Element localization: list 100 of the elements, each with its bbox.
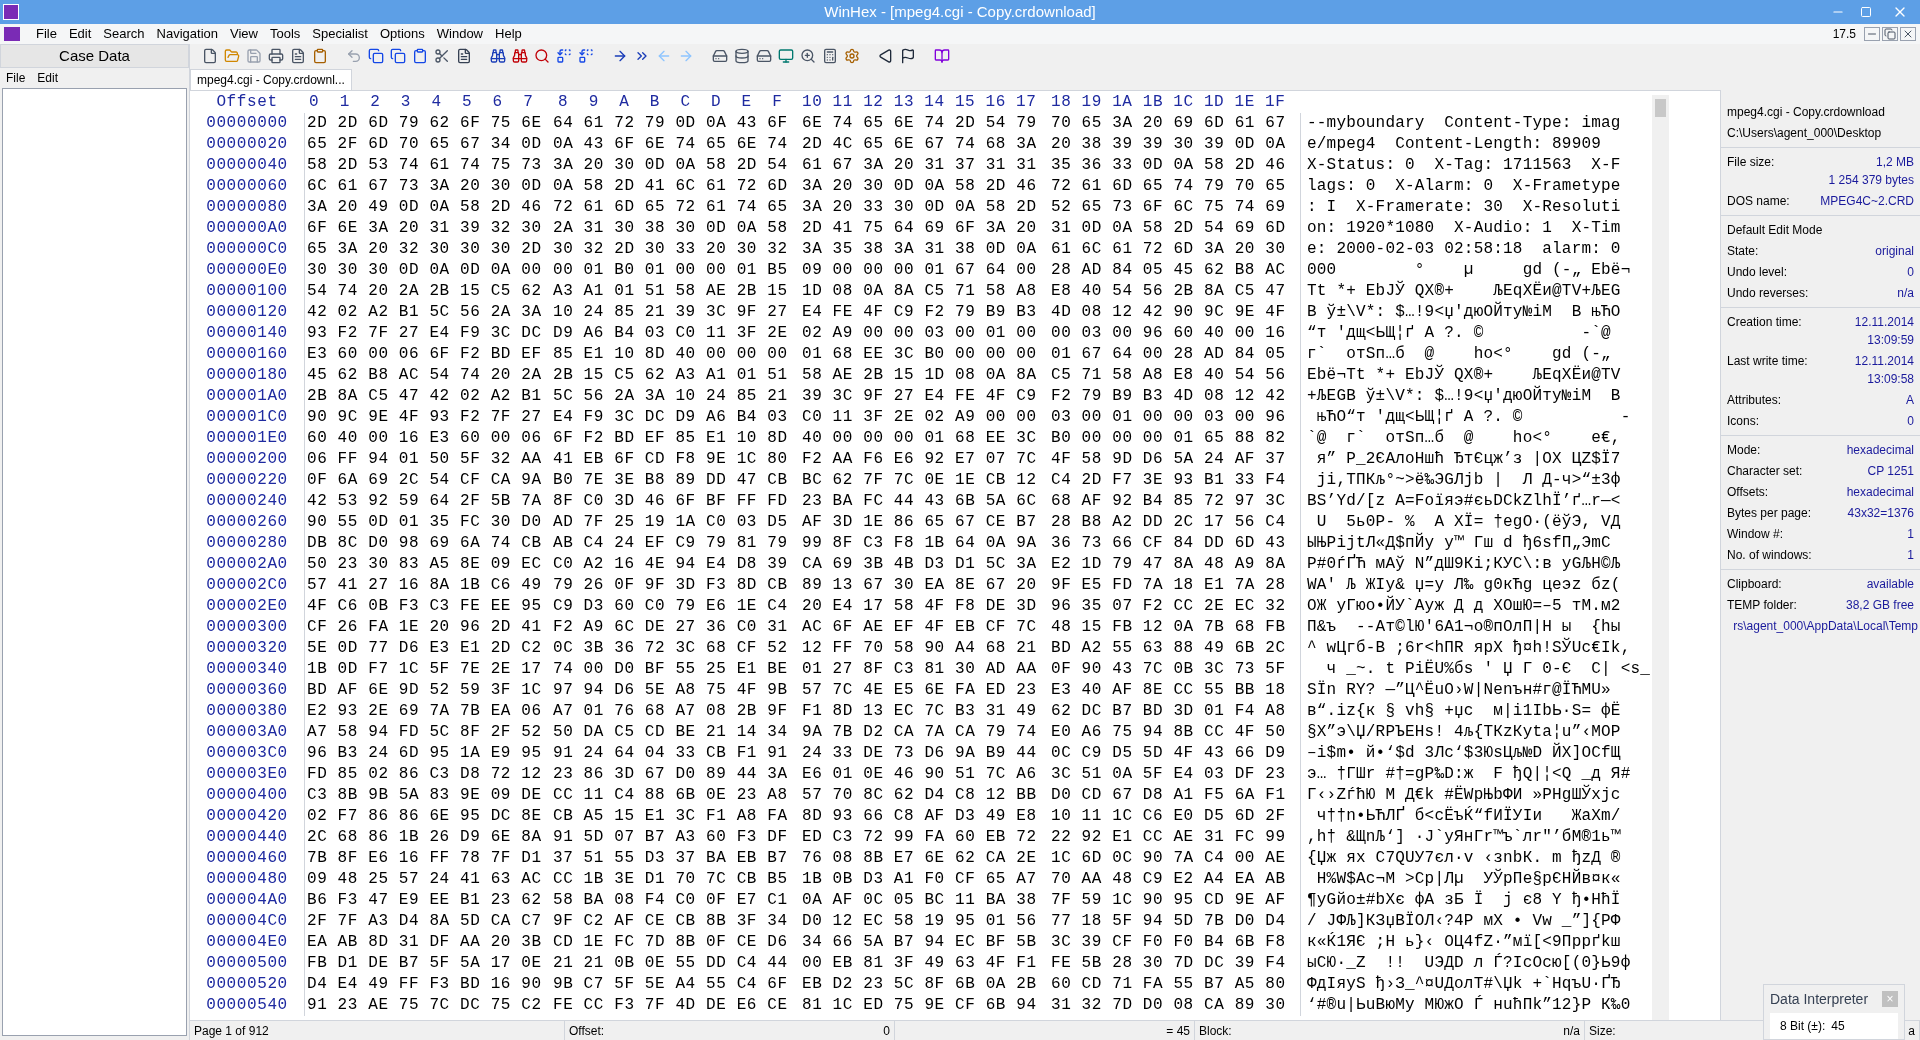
hex-bytes: 09 00 00 00 01 67 64 00 xyxy=(802,260,1038,281)
hex-bytes: C0 A2 16 4E 94 E4 D8 39 xyxy=(553,554,789,575)
column-header: 7 xyxy=(522,92,535,113)
binoculars-icon[interactable] xyxy=(490,48,506,64)
document-icon[interactable] xyxy=(290,48,306,64)
hex-bytes: 70 AA 48 C9 E2 A4 EA AB xyxy=(1051,869,1287,890)
hex-bytes: 01 68 EE 3C B0 00 00 00 xyxy=(802,344,1038,365)
text-cell: ,h† &ЩnЉ‘] ·Ј`уЯнГr™ъ`лr"’бМ®1ь™ xyxy=(1300,827,1630,848)
text-cell: ‘#®u|ЬuВюМу МЮжО Ѓ нuћПk”12}Р К‰0 xyxy=(1300,995,1633,1016)
hex-bytes: 91 23 AE 75 7C DC 75 C2 xyxy=(304,995,553,1016)
binoculars-icon[interactable] xyxy=(512,48,528,64)
menu-item[interactable]: Navigation xyxy=(150,24,224,44)
hex-bytes: D9 A6 B4 03 C0 11 3F 2E xyxy=(553,323,789,344)
text-cell: њЋО“т 'дщ<ЬЩ¦ґ А ?. © - xyxy=(1300,407,1633,428)
menu-item[interactable]: Window xyxy=(430,24,489,44)
mdi-close-icon[interactable] xyxy=(1900,27,1916,41)
gear-icon[interactable] xyxy=(844,48,860,64)
hex-bytes: 85 E1 10 8D 40 00 00 00 xyxy=(553,344,789,365)
disk-stack-icon[interactable] xyxy=(734,48,750,64)
offset-cell-text: 00000040 xyxy=(205,155,289,176)
text-cell: B ў±\V*: $…!9<џ'дюОЙту№іМ В њЋО xyxy=(1300,302,1630,323)
hex-bytes: 1B 0B D3 A1 F0 CF 65 A7 xyxy=(802,869,1038,890)
info-value: 13:09:59 xyxy=(1867,332,1914,349)
menu-item[interactable]: Specialist xyxy=(306,24,374,44)
clipboard-icon[interactable] xyxy=(312,48,328,64)
calculator-icon[interactable] xyxy=(822,48,838,64)
hex-bytes: 81 1C ED 75 9E CF 6B 94 xyxy=(802,995,1038,1016)
text-cell: г` отЅп…б @ ho<° gd (-„ xyxy=(1300,344,1630,365)
hex-bytes: E2 1D 79 47 8A 48 A9 8A xyxy=(1051,554,1287,575)
case-menu-item[interactable]: Edit xyxy=(31,69,65,87)
flag-icon[interactable] xyxy=(900,48,916,64)
text-cell: lags: 0 X-Alarm: 0 X-Frametype xyxy=(1300,176,1630,197)
menu-item[interactable]: Search xyxy=(97,24,151,44)
info-value: A xyxy=(1906,392,1914,409)
offset-cell-text: 00000100 xyxy=(205,281,289,302)
copy-icon[interactable] xyxy=(390,48,406,64)
hex-bytes: 97 94 D6 5E A8 75 4F 9B xyxy=(553,680,789,701)
magnifier-icon[interactable] xyxy=(800,48,816,64)
scroll-thumb[interactable] xyxy=(1655,99,1667,117)
menu-item[interactable]: File xyxy=(30,24,63,44)
status-value: n/a xyxy=(1563,1022,1580,1040)
hex-bytes: 58 AE 2B 15 1D 08 0A 8A xyxy=(802,365,1038,386)
hex-bytes: C5 71 58 A8 E8 40 54 56 xyxy=(1051,365,1287,386)
info-value: 1 xyxy=(1907,526,1914,543)
printer-icon[interactable] xyxy=(268,48,284,64)
search-icon[interactable] xyxy=(534,48,550,64)
menu-item[interactable]: Help xyxy=(489,24,528,44)
hex-bytes: 12 FF 70 58 90 A4 68 21 xyxy=(802,638,1038,659)
paste-icon[interactable] xyxy=(412,48,428,64)
hex-bytes: 99 8F C3 F8 1B 64 0A 9A xyxy=(802,533,1038,554)
hex-bytes: 65 2F 6D 70 65 67 34 0D xyxy=(304,134,553,155)
column-header: 1B xyxy=(1142,92,1164,113)
new-file-icon[interactable] xyxy=(202,48,218,64)
folder-icon[interactable] xyxy=(224,48,240,64)
menu-item[interactable]: Options xyxy=(373,24,431,44)
text-cell: Ebё¬Tt *+ EbJЎ QX®+ ЉEqXЁи@TV xyxy=(1300,365,1630,386)
offset-cell-text: 00000260 xyxy=(205,512,289,533)
hex-bytes: 9F C2 AF CE CB 8B 3F 34 xyxy=(553,911,789,932)
interpreter-label: 8 Bit (±): xyxy=(1780,1018,1826,1035)
menu-item[interactable]: Tools xyxy=(263,24,307,44)
menu-item[interactable]: Edit xyxy=(62,24,98,44)
app-logo-icon xyxy=(3,4,19,20)
hex-bytes: 96 B3 24 6D 95 1A E9 95 xyxy=(304,743,553,764)
hex-bytes: 8F C0 3D 46 6F BF FF FD xyxy=(553,491,789,512)
hex-bytes: 6E 74 65 6E 74 2D 54 79 xyxy=(802,113,1038,134)
replace-icon[interactable] xyxy=(578,48,594,64)
menu-item[interactable]: View xyxy=(224,24,264,44)
offset-cell-text: 00000540 xyxy=(205,995,289,1016)
case-menu-item[interactable]: File xyxy=(0,69,32,87)
column-header: 1C xyxy=(1173,92,1194,113)
hex-bytes: 20 E4 17 58 4F F8 DE 3D xyxy=(802,596,1038,617)
hex-bytes: 2C 68 86 1B 26 D9 6E 8A xyxy=(304,827,553,848)
triangle-left-icon[interactable] xyxy=(878,48,894,64)
book-icon[interactable] xyxy=(934,48,950,64)
hex-bytes: E4 F9 3C DC D9 A6 B4 03 xyxy=(553,407,789,428)
text-cell: к«Ќ1ЯЄ ;Н ь}‹ ОЦ4fZ·”мї[<9Пррґkш xyxy=(1300,932,1630,953)
replace-icon[interactable] xyxy=(556,48,572,64)
info-value: 12.11.2014 xyxy=(1854,314,1914,331)
scissors-icon[interactable] xyxy=(434,48,450,64)
text-cell: / ЈФЉ]КЗџВЇОЛ‹?4Р мX • Vw _”]{РФ xyxy=(1300,911,1630,932)
hex-bytes: 23 BA FC 44 43 6B 5A 6C xyxy=(802,491,1038,512)
hex-bytes: 72 61 6D 65 72 61 74 65 xyxy=(553,197,789,218)
text-cell: П&ъ --Ат©lЮ'6А1¬о®пОлП|Н ы {hы xyxy=(1300,617,1630,638)
offset-cell-text: 000000E0 xyxy=(205,260,289,281)
scrollbar[interactable] xyxy=(1652,95,1670,1020)
hex-bytes: B0 00 00 00 01 65 88 82 xyxy=(1051,428,1287,449)
text-cell: Р#0ѓҐЋ мАў N”дШ9Кi;КУС\:в уGЉН©Љ xyxy=(1300,554,1630,575)
hex-bytes: AF 3D 1E 86 65 67 CE B7 xyxy=(802,512,1038,533)
info-value: 12.11.2014 xyxy=(1854,353,1914,370)
info-value: 1 xyxy=(1907,547,1914,564)
monitor-icon[interactable] xyxy=(778,48,794,64)
hex-bytes: 90 9C 9E 4F 93 F2 7F 27 xyxy=(304,407,553,428)
status-value: a xyxy=(1908,1022,1915,1040)
file-tab[interactable]: mpeg4.cgi - Copy.crdownl... xyxy=(190,69,352,90)
mdi-restore-icon[interactable] xyxy=(1882,27,1898,41)
hex-bytes: 9B C7 5F 5E A4 55 C4 6F xyxy=(553,974,789,995)
column-header: 15 xyxy=(954,92,976,113)
copy-icon[interactable] xyxy=(368,48,384,64)
hex-bytes: 3C 39 CF F0 F0 B4 6B F8 xyxy=(1051,932,1287,953)
offset-cell-text: 00000160 xyxy=(205,344,289,365)
